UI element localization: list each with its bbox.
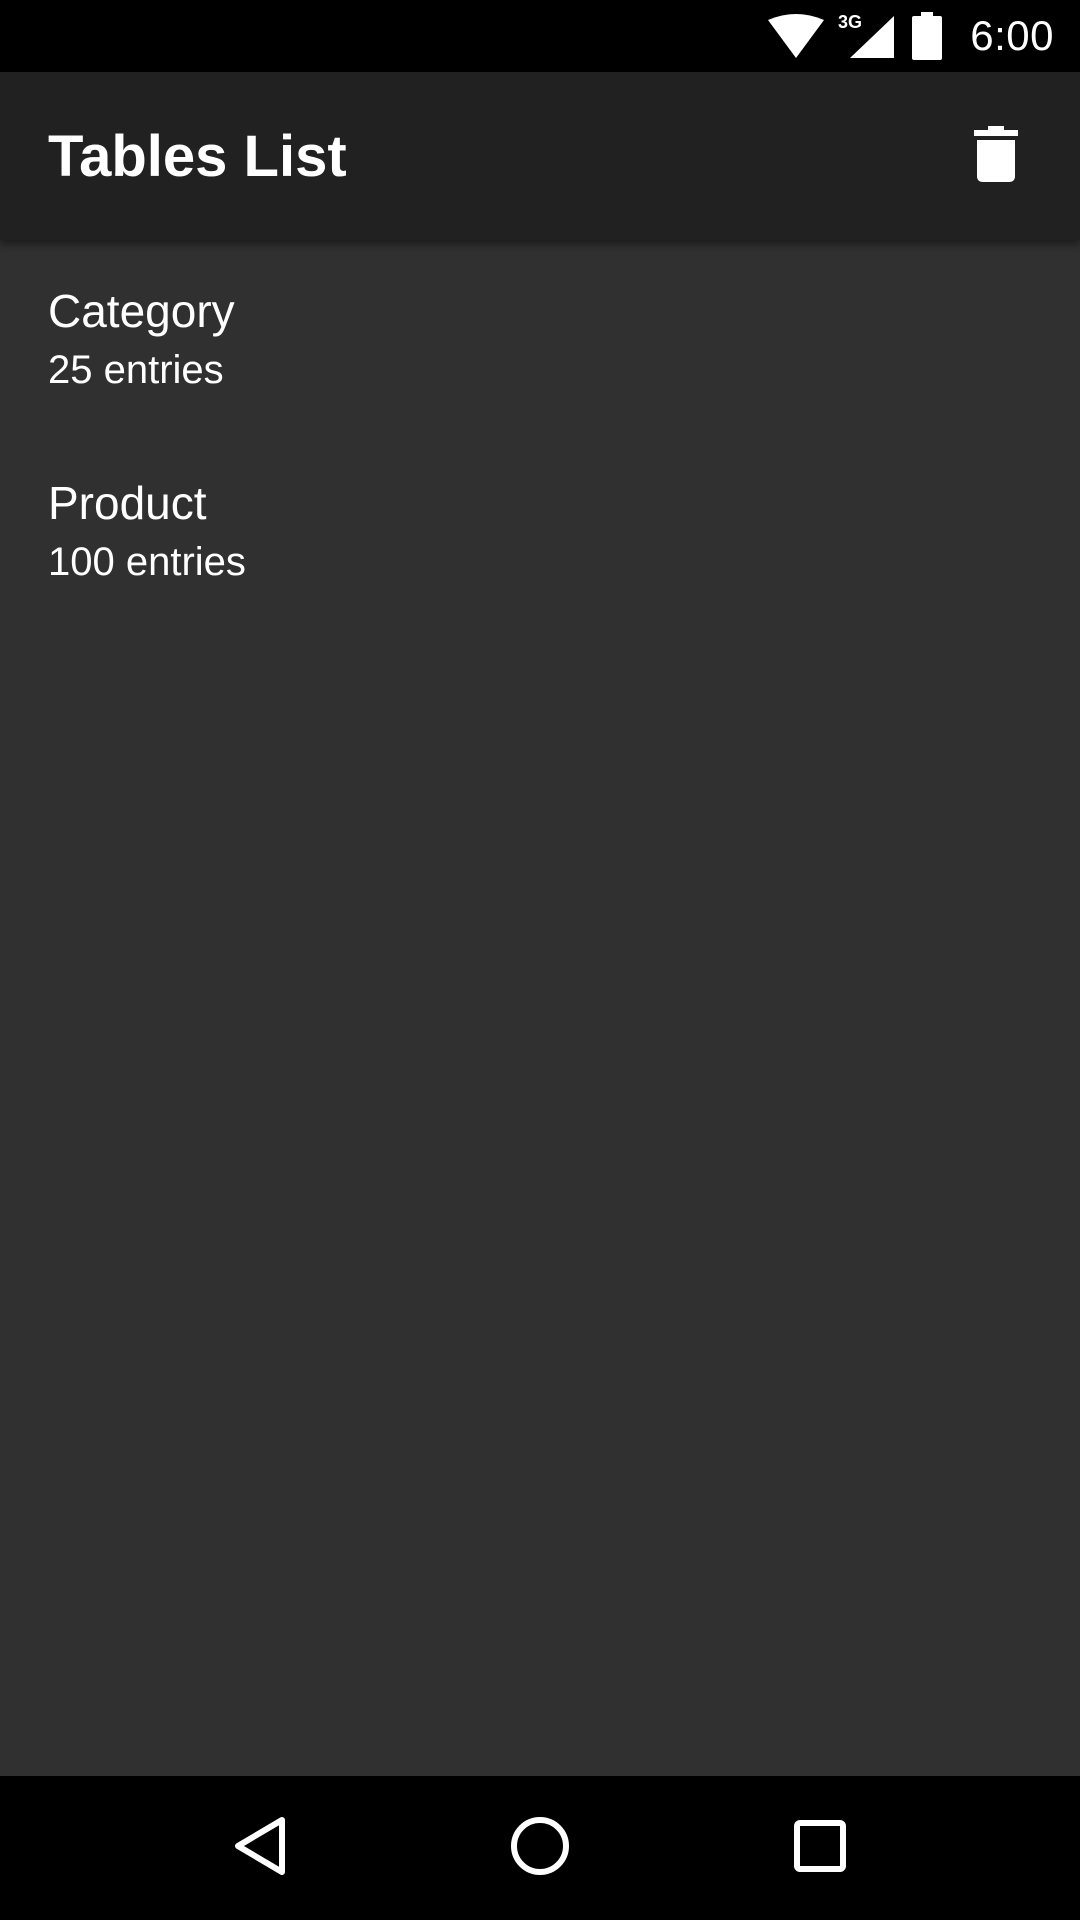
table-name: Product [48, 477, 207, 529]
status-time: 6:00 [970, 12, 1054, 59]
tables-list: Category 25 entries Product 100 entries [0, 240, 1080, 624]
network-type-label: 3G [838, 12, 862, 32]
table-name: Category [48, 285, 235, 337]
list-item-category[interactable]: Category 25 entries [0, 240, 1080, 432]
home-icon [510, 1816, 570, 1881]
list-item-product[interactable]: Product 100 entries [0, 432, 1080, 624]
screen: 3G 6:00 Tables List Category 25 entries … [0, 0, 1080, 1920]
recents-button[interactable] [760, 1788, 880, 1908]
table-entry-count: 25 entries [48, 348, 224, 392]
wifi-icon [768, 0, 825, 72]
back-button[interactable] [200, 1788, 320, 1908]
navigation-bar [0, 1776, 1080, 1920]
battery-icon [912, 0, 943, 72]
delete-icon [974, 125, 1018, 187]
page-title: Tables List [48, 123, 347, 189]
recents-icon [794, 1819, 846, 1877]
back-icon [232, 1816, 288, 1881]
status-bar: 3G 6:00 [0, 0, 1080, 72]
delete-button[interactable] [960, 120, 1032, 192]
cell-signal-icon: 3G [838, 0, 898, 72]
table-entry-count: 100 entries [48, 540, 246, 584]
home-button[interactable] [480, 1788, 600, 1908]
app-bar: Tables List [0, 72, 1080, 240]
